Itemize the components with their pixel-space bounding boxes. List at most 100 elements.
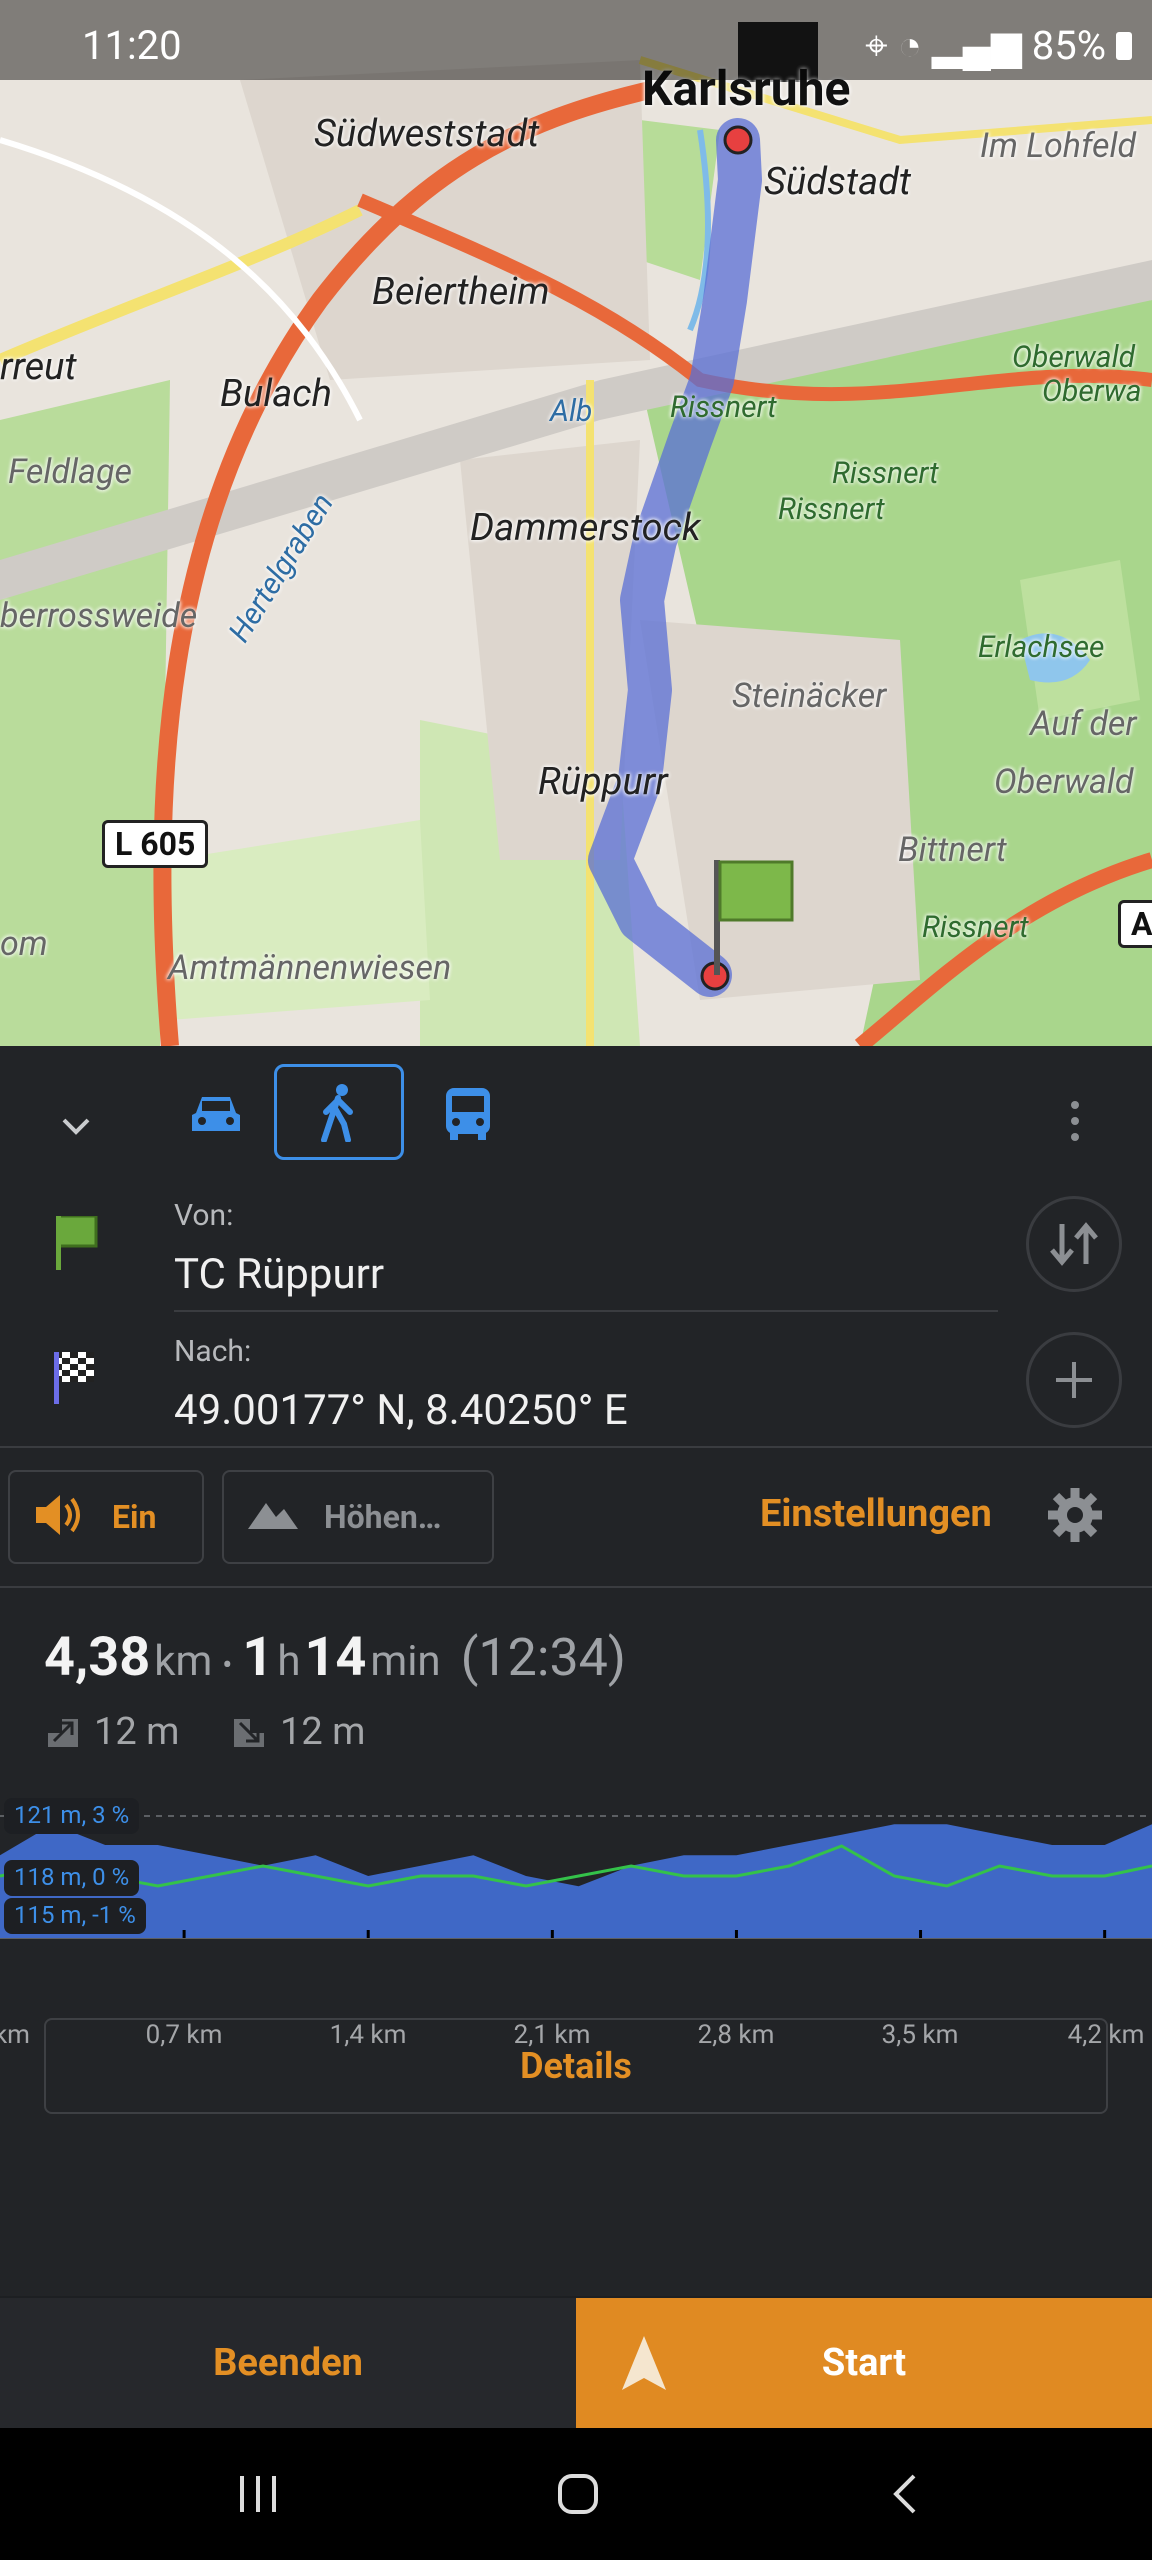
map-label-bittnert: Bittnert (898, 830, 1007, 870)
map-label-alb: Alb (550, 394, 593, 429)
swap-route-button[interactable] (1026, 1196, 1122, 1292)
collapse-chevron-icon[interactable] (46, 1096, 106, 1156)
chart-tick-0: km (0, 2020, 30, 2050)
hours-unit: h (277, 1637, 301, 1686)
chart-badge-current: 118 m, 0 % (4, 1860, 140, 1896)
details-button[interactable]: Details (44, 2018, 1108, 2114)
app-root: Karlsruhe Südweststadt Südstadt Im Lohfe… (0, 0, 1152, 2560)
elevation-label: Höhen… (324, 1498, 442, 1536)
system-nav-bar (0, 2428, 1152, 2560)
route-summary: 4,38 km • 1 h 14 min (12:34) (44, 1626, 626, 1689)
add-waypoint-button[interactable] (1026, 1332, 1122, 1428)
mountain-icon (246, 1497, 300, 1537)
start-flag-icon (54, 1214, 100, 1276)
elevation-area (0, 1824, 1152, 1938)
plus-icon (1056, 1362, 1092, 1398)
map-label-om: om (0, 924, 48, 964)
chart-badge-min-text: 115 m, -1 % (14, 1901, 136, 1929)
map-label-berrossweide: berrossweide (0, 596, 198, 636)
chart-badge-max-text: 121 m, 3 % (14, 1801, 130, 1829)
car-mode-button[interactable] (168, 1066, 264, 1162)
start-button[interactable]: Start (576, 2298, 1152, 2428)
descent-info: 12 m (232, 1710, 365, 1754)
map-label-suedweststadt: Südweststadt (314, 112, 540, 156)
descent-icon (234, 1719, 264, 1747)
map-label-amtmaennenwiesen: Amtmännenwiesen (168, 948, 452, 988)
status-bar: 11:20 ⌖ ◔ ▂▄▆ 85% (0, 0, 1152, 80)
swap-arrows-icon (1050, 1222, 1098, 1266)
map-label-bulach: Bulach (220, 372, 332, 416)
walk-icon (321, 1084, 353, 1142)
transit-mode-button[interactable] (420, 1066, 516, 1162)
map-label-rreut: rreut (0, 345, 77, 389)
map-label-oberwald-2: Oberwald (994, 762, 1134, 802)
finish-flag-icon (54, 1352, 98, 1408)
chart-badge-max: 121 m, 3 % (4, 1798, 140, 1834)
recent-apps-icon[interactable] (236, 2472, 280, 2520)
walk-mode-button[interactable] (274, 1064, 404, 1160)
map-label-im-lohfeld: Im Lohfeld (980, 126, 1137, 166)
highway-shield: A (1118, 900, 1152, 948)
bus-icon (446, 1088, 490, 1140)
section-divider-1 (0, 1446, 1152, 1448)
separator-dot: • (222, 1648, 233, 1683)
chart-badge-current-text: 118 m, 0 % (14, 1863, 130, 1891)
map-view[interactable]: Karlsruhe Südweststadt Südstadt Im Lohfe… (0, 0, 1152, 1046)
back-icon[interactable] (884, 2472, 928, 2520)
elevation-chart[interactable]: 121 m, 3 % 118 m, 0 % 115 m, -1 % (0, 1790, 1152, 2000)
gear-icon[interactable] (1046, 1486, 1104, 1548)
map-label-rissnert-4: Rissnert (922, 910, 1029, 945)
from-divider (174, 1310, 998, 1312)
elevation-chart-svg (0, 1815, 1152, 1939)
map-label-feldlage: Feldlage (8, 452, 132, 492)
battery-percent: 85% (1031, 22, 1106, 69)
to-field[interactable]: 49.00177° N, 8.40250° E (174, 1386, 628, 1435)
map-label-rissnert-3: Rissnert (778, 492, 885, 527)
from-field[interactable]: TC Rüppurr (174, 1250, 384, 1299)
map-label-erlachsee: Erlachsee (978, 630, 1105, 665)
section-divider-2 (0, 1586, 1152, 1588)
settings-label[interactable]: Einstellungen (760, 1492, 992, 1536)
chart-badge-min: 115 m, -1 % (4, 1898, 146, 1934)
distance-value: 4,38 (44, 1626, 151, 1689)
battery-icon (1116, 31, 1132, 60)
road-shield: L 605 (102, 820, 209, 868)
map-label-rueppurr: Rüppurr (538, 760, 668, 804)
sound-toggle-button[interactable]: Ein (8, 1470, 204, 1564)
sound-label: Ein (112, 1498, 157, 1536)
ascent-icon (48, 1719, 78, 1747)
map-label-oberwald: Oberwald (1012, 340, 1136, 375)
elevation-button[interactable]: Höhen… (222, 1470, 494, 1564)
to-label: Nach: (174, 1334, 252, 1369)
ascent-info: 12 m (46, 1710, 179, 1754)
descent-value: 12 m (280, 1710, 366, 1754)
location-icon: ⌖ (865, 22, 888, 69)
navigation-arrow-icon (622, 2336, 666, 2390)
map-label-steinaecker: Steinäcker (732, 676, 887, 716)
car-icon (192, 1097, 240, 1131)
hours-value: 1 (242, 1626, 274, 1689)
arrival-time: (12:34) (460, 1627, 627, 1688)
map-label-suedstadt: Südstadt (764, 160, 911, 204)
end-button[interactable]: Beenden (0, 2298, 576, 2428)
more-options-icon[interactable] (1050, 1086, 1100, 1156)
ascent-value: 12 m (94, 1710, 180, 1754)
map-label-dammerstock: Dammerstock (470, 506, 701, 550)
from-label: Von: (174, 1198, 234, 1233)
distance-unit: km (154, 1637, 213, 1686)
status-time: 11:20 (82, 22, 182, 69)
map-label-oberwa: Oberwa (1042, 374, 1142, 409)
minutes-unit: min (370, 1637, 441, 1686)
action-bar: Beenden Start (0, 2298, 1152, 2428)
transport-modes (0, 1046, 1152, 1186)
start-label: Start (821, 2341, 907, 2385)
map-label-rissnert-1: Rissnert (670, 390, 777, 425)
wifi-icon: ◔ (897, 22, 922, 69)
home-icon[interactable] (556, 2472, 600, 2520)
map-label-auf-der: Auf der (1030, 704, 1137, 744)
map-label-rissnert-2: Rissnert (832, 456, 939, 491)
signal-icon: ▂▄▆ (931, 22, 1022, 69)
map-label-beiertheim: Beiertheim (372, 270, 550, 314)
speaker-icon (32, 1491, 84, 1543)
minutes-value: 14 (304, 1626, 367, 1689)
